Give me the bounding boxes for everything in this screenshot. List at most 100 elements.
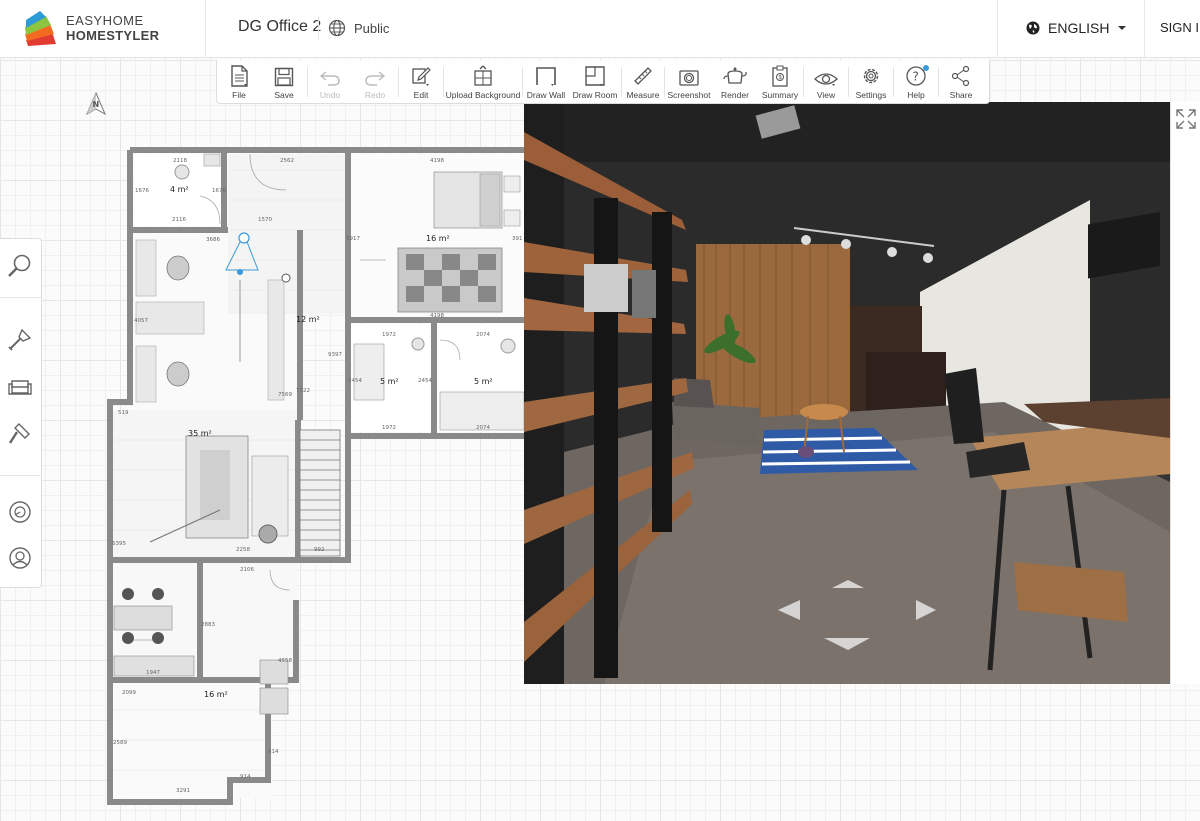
dimension-label: 9397 [328,352,342,358]
catalog-side-panel [0,238,42,588]
paint-button[interactable] [5,419,35,449]
screenshot-button[interactable]: Screenshot [665,60,713,104]
file-label: File [232,90,246,100]
room-area-label: 12 m² [296,315,320,324]
dimension-label: 914 [268,749,279,755]
language-globe-icon [1026,21,1040,35]
staircase[interactable] [299,429,341,557]
undo-button[interactable]: Undo [308,60,352,104]
share-icon [951,65,970,87]
dimension-label: 1972 [382,332,396,338]
design-name[interactable]: DG Office 2 [238,18,321,36]
screenshot-label: Screenshot [667,90,711,100]
dimension-label: 2099 [122,690,136,696]
summary-label: Summary [761,90,799,100]
build-tools-button[interactable] [5,325,35,355]
upload-background-button[interactable]: Upload Background [444,60,522,104]
dimension-label: 2116 [172,217,186,223]
checkered-rug[interactable] [397,247,503,313]
panel-divider [0,475,42,476]
room-area-label: 16 m² [204,690,228,699]
expand-icon [1176,109,1196,129]
panel-divider [0,297,42,298]
logo-text: EASYHOME HOMESTYLER [66,13,159,43]
render-button[interactable]: Render [713,60,757,104]
draw-room-icon [585,66,605,86]
dimension-label: 914 [240,774,251,780]
measure-label: Measure [626,90,660,100]
3d-scene-render [524,102,1170,684]
dimension-label: 2562 [280,158,294,164]
dimension-label: 519 [118,410,129,416]
sign-in-link[interactable]: SIGN I [1160,20,1199,35]
fullscreen-button[interactable] [1175,108,1197,130]
top-header: EASYHOME HOMESTYLER DG Office 2 Public E… [0,0,1200,58]
dimension-label: 7569 [278,392,292,398]
dimension-label: 3291 [176,788,190,794]
dimension-label: 1972 [382,425,396,431]
draw-room-button[interactable]: Draw Room [569,60,621,104]
header-divider [205,0,206,58]
redo-icon [365,71,386,86]
teapot-render-icon [723,67,747,84]
language-selector[interactable]: ENGLISH [1026,20,1127,36]
share-button[interactable]: Share [939,60,983,104]
main-toolbar: File Save Undo Redo Edit Upload Backgrou… [216,60,990,104]
draw-wall-button[interactable]: Draw Wall [523,60,569,104]
dimension-label: 1676 [135,188,149,194]
redo-button[interactable]: Redo [352,60,398,104]
dimension-label: 2106 [240,567,254,573]
upload-background-label: Upload Background [445,90,521,100]
visibility-label: Public [354,20,390,36]
dimension-label: 2258 [236,547,250,553]
header-divider [1144,0,1145,58]
room-area-label: 35 m² [188,429,212,438]
compass[interactable]: N [85,91,107,121]
3d-viewport[interactable] [524,102,1170,684]
view-label: View [816,90,836,100]
ruler-icon [634,67,652,85]
svg-text:?: ? [913,70,919,84]
settings-button[interactable]: Settings [849,60,893,104]
easyhome-homestyler-logo[interactable]: EASYHOME HOMESTYLER [22,10,202,48]
view-button[interactable]: View [804,60,848,104]
save-button[interactable]: Save [261,60,307,104]
draw-room-label: Draw Room [572,90,618,100]
chevron-down-icon [1118,26,1127,30]
svg-text:$: $ [778,74,782,81]
save-icon [274,67,294,87]
help-button[interactable]: ? Help [894,60,938,104]
viewport-side-strip [1170,102,1200,684]
compass-north-label: N [93,100,100,109]
room-area-label: 16 m² [426,234,450,243]
furniture-button[interactable] [5,371,35,401]
edit-label: Edit [413,90,429,100]
measure-button[interactable]: Measure [622,60,664,104]
edit-button[interactable]: Edit [399,60,443,104]
header-divider [318,16,319,40]
summary-button[interactable]: $ Summary [757,60,803,104]
dimension-label: 4198 [430,313,444,319]
search-button[interactable] [5,251,35,281]
dimension-label: 7722 [296,388,310,394]
globe-icon [328,19,346,37]
user-icon [9,547,31,569]
draw-wall-icon [536,67,556,86]
dimension-label: 2883 [201,622,215,628]
dimension-label: 4198 [430,158,444,164]
dimension-label: 1570 [258,217,272,223]
dimension-label: 4057 [134,318,148,324]
draw-wall-label: Draw Wall [526,90,566,100]
file-button[interactable]: File [217,60,261,104]
floor-plan-canvas[interactable]: 4 m² 16 m² 12 m² 5 m² 5 m² 35 m² 16 m² 2… [100,140,540,810]
redo-label: Redo [364,90,386,100]
visibility-toggle[interactable]: Public [328,19,389,37]
dimension-label: 1947 [146,670,160,676]
dimension-label: 2074 [476,425,490,431]
help-notification-dot [923,65,929,71]
dimension-label: 2118 [173,158,187,164]
account-button[interactable] [5,543,35,573]
lighting-button[interactable] [5,497,35,527]
room-area-label: 5 m² [380,377,399,386]
file-icon [231,65,248,87]
